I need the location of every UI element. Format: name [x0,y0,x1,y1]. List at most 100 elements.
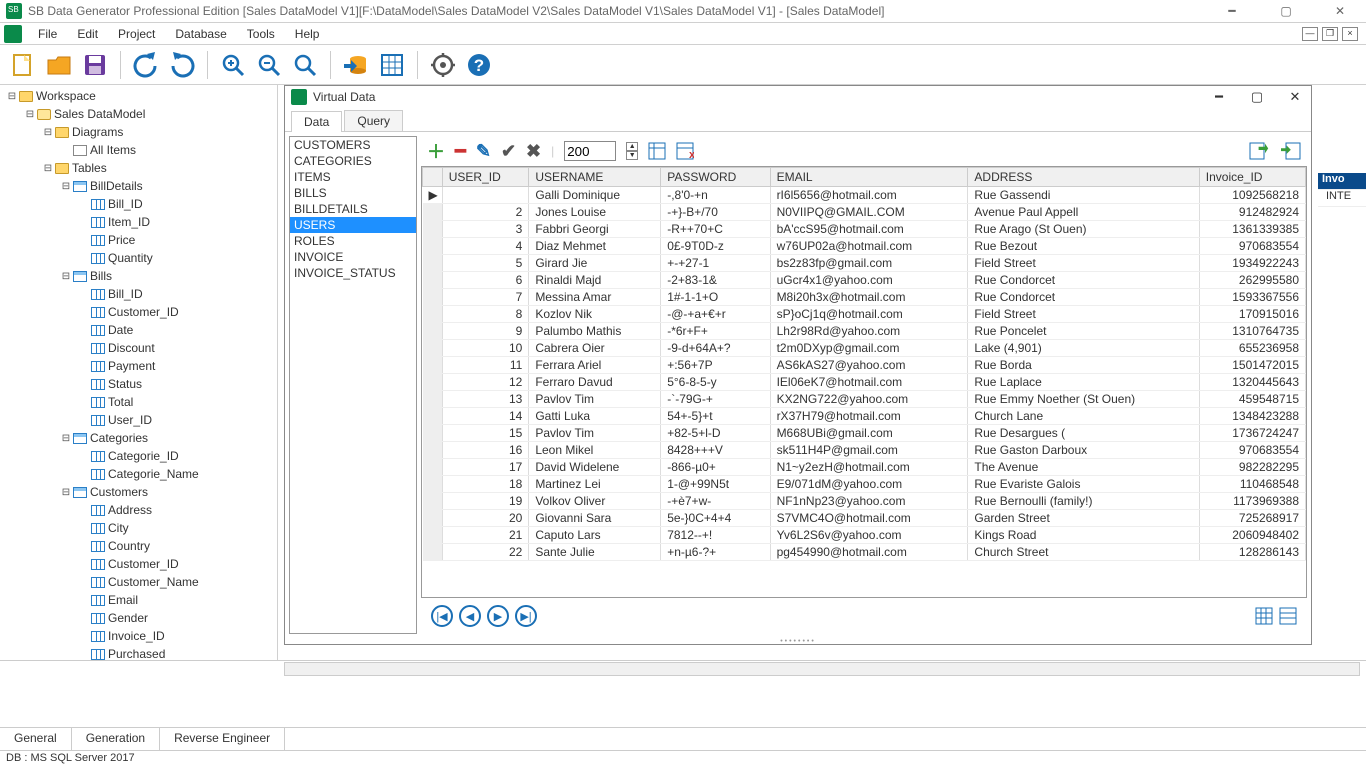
table-row[interactable]: 21Caputo Lars7812--+!Yv6L2S6v@yahoo.comK… [423,527,1306,544]
virtual-tab-query[interactable]: Query [344,110,403,131]
zoom-out-button[interactable] [254,50,284,80]
col-header-email[interactable]: EMAIL [770,168,968,187]
tree-node-gender[interactable]: Gender [0,609,277,627]
window-close-button[interactable]: ✕ [1320,4,1360,18]
tree-node-customer-id[interactable]: Customer_ID [0,555,277,573]
virtual-maximize-button[interactable]: ▢ [1247,89,1267,105]
table-list[interactable]: CUSTOMERSCATEGORIESITEMSBILLSBILLDETAILS… [289,136,417,634]
tree-node-item-id[interactable]: Item_ID [0,213,277,231]
table-row[interactable]: 12Ferraro Davud5°6-8-5-yIEl06eK7@hotmail… [423,374,1306,391]
tree-node-customer-id[interactable]: Customer_ID [0,303,277,321]
row-count-down[interactable]: ▼ [626,151,638,160]
menu-tools[interactable]: Tools [237,25,285,43]
table-row[interactable]: 7Messina Amar1#-1-1+OM8i20h3x@hotmail.co… [423,289,1306,306]
tree-node-country[interactable]: Country [0,537,277,555]
settings-button[interactable] [428,50,458,80]
bottom-tab-reverse-engineer[interactable]: Reverse Engineer [160,728,285,750]
table-item-invoice[interactable]: INVOICE [290,249,416,265]
mdi-minimize-button[interactable]: — [1302,27,1318,41]
menu-edit[interactable]: Edit [67,25,108,43]
tree-node-categorie-name[interactable]: Categorie_Name [0,465,277,483]
bottom-tab-generation[interactable]: Generation [72,728,160,750]
data-grid[interactable]: USER_IDUSERNAMEPASSWORDEMAILADDRESSInvoi… [421,166,1307,598]
nav-last-button[interactable]: ▶| [515,605,537,627]
tree-node-diagrams[interactable]: ⊟Diagrams [0,123,277,141]
col-header-invoice_id[interactable]: Invoice_ID [1199,168,1305,187]
tree-node-categorie-id[interactable]: Categorie_ID [0,447,277,465]
mdi-close-button[interactable]: × [1342,27,1358,41]
table-row[interactable]: 4Diaz Mehmet0£-9T0D-zw76UP02a@hotmail.co… [423,238,1306,255]
tree-node-price[interactable]: Price [0,231,277,249]
table-row[interactable]: 5Girard Jie+-+27-1bs2z83fp@gmail.comFiel… [423,255,1306,272]
horizontal-scrollbar[interactable] [284,662,1360,676]
col-header-address[interactable]: ADDRESS [968,168,1199,187]
table-item-billdetails[interactable]: BILLDETAILS [290,201,416,217]
tree-node-quantity[interactable]: Quantity [0,249,277,267]
redo-button[interactable] [167,50,197,80]
window-minimize-button[interactable]: ━ [1212,4,1252,18]
tree-node-city[interactable]: City [0,519,277,537]
table-item-invoice_status[interactable]: INVOICE_STATUS [290,265,416,281]
table-row[interactable]: 19Volkov Oliver-+è7+w-NF1nNp23@yahoo.com… [423,493,1306,510]
add-row-button[interactable]: ＋ [427,138,445,164]
tree-node-billdetails[interactable]: ⊟BillDetails [0,177,277,195]
table-row[interactable]: ▶Galli Dominique-,8'0-+nrI6l5656@hotmail… [423,187,1306,204]
table-row[interactable]: 13Pavlov Tim-`-79G-+KX2NG722@yahoo.comRu… [423,391,1306,408]
table-row[interactable]: 18Martinez Lei1-@+99N5tE9/071dM@yahoo.co… [423,476,1306,493]
tree-node-customer-name[interactable]: Customer_Name [0,573,277,591]
remove-row-button[interactable]: ━ [455,141,466,162]
refresh-grid-button[interactable] [648,142,666,160]
cancel-button[interactable]: ✖ [526,141,541,162]
tree-node-invoice-id[interactable]: Invoice_ID [0,627,277,645]
tree-node-address[interactable]: Address [0,501,277,519]
tree-node-bill-id[interactable]: Bill_ID [0,285,277,303]
undo-button[interactable] [131,50,161,80]
table-row[interactable]: 22Sante Julie+n-µ6-?+pg454990@hotmail.co… [423,544,1306,561]
virtual-minimize-button[interactable]: ━ [1209,89,1229,105]
new-file-button[interactable] [8,50,38,80]
col-header-password[interactable]: PASSWORD [661,168,770,187]
form-view-button[interactable] [1279,607,1297,625]
grid-view-button[interactable] [1255,607,1273,625]
table-row[interactable]: 15Pavlov Tim+82-5+l-DM668UBi@gmail.comRu… [423,425,1306,442]
import-button[interactable] [1281,142,1301,160]
tree-node-total[interactable]: Total [0,393,277,411]
table-row[interactable]: 8Kozlov Nik-@-+a+€+rsP}oCj1q@hotmail.com… [423,306,1306,323]
table-item-bills[interactable]: BILLS [290,185,416,201]
table-row[interactable]: 10Cabrera Oier-9-d+64A+?t2m0DXyp@gmail.c… [423,340,1306,357]
open-file-button[interactable] [44,50,74,80]
table-row[interactable]: 20Giovanni Sara5e-}0C+4+4S7VMC4O@hotmail… [423,510,1306,527]
row-count-input[interactable] [564,141,616,161]
window-maximize-button[interactable]: ▢ [1266,4,1306,18]
table-item-customers[interactable]: CUSTOMERS [290,137,416,153]
table-row[interactable]: 14Gatti Luka54+-5}+trX37H79@hotmail.comC… [423,408,1306,425]
grid-button[interactable] [377,50,407,80]
table-row[interactable]: 17David Widelene-866-µ0+N1~y2ezH@hotmail… [423,459,1306,476]
table-row[interactable]: 2Jones Louise-+}-B+/70N0VIIPQ@GMAIL.COMA… [423,204,1306,221]
table-item-roles[interactable]: ROLES [290,233,416,249]
menu-project[interactable]: Project [108,25,165,43]
tree-node-date[interactable]: Date [0,321,277,339]
table-row[interactable]: 9Palumbo Mathis-*6r+F+Lh2r98Rd@yahoo.com… [423,323,1306,340]
col-header-username[interactable]: USERNAME [529,168,661,187]
edit-row-button[interactable]: ✎ [476,141,491,162]
menu-file[interactable]: File [28,25,67,43]
commit-button[interactable]: ✔ [501,141,516,162]
table-row[interactable]: 3Fabbri Georgi-R++70+CbA'ccS95@hotmail.c… [423,221,1306,238]
table-row[interactable]: 6Rinaldi Majd-2+83-1&uGcr4x1@yahoo.comRu… [423,272,1306,289]
tree-node-payment[interactable]: Payment [0,357,277,375]
explorer-tree[interactable]: ⊟Workspace⊟Sales DataModel⊟DiagramsAll I… [0,85,278,660]
tree-node-categories[interactable]: ⊟Categories [0,429,277,447]
nav-first-button[interactable]: |◀ [431,605,453,627]
tree-node-user-id[interactable]: User_ID [0,411,277,429]
resize-handle[interactable]: •••••••• [285,638,1311,644]
tree-node-customers[interactable]: ⊟Customers [0,483,277,501]
clear-grid-button[interactable]: x [676,142,694,160]
menu-help[interactable]: Help [285,25,330,43]
tree-node-email[interactable]: Email [0,591,277,609]
tree-node-discount[interactable]: Discount [0,339,277,357]
table-item-items[interactable]: ITEMS [290,169,416,185]
import-db-button[interactable] [341,50,371,80]
table-row[interactable]: 16Leon Mikel8428+++Vsk511H4P@gmail.comRu… [423,442,1306,459]
nav-prev-button[interactable]: ◀ [459,605,481,627]
